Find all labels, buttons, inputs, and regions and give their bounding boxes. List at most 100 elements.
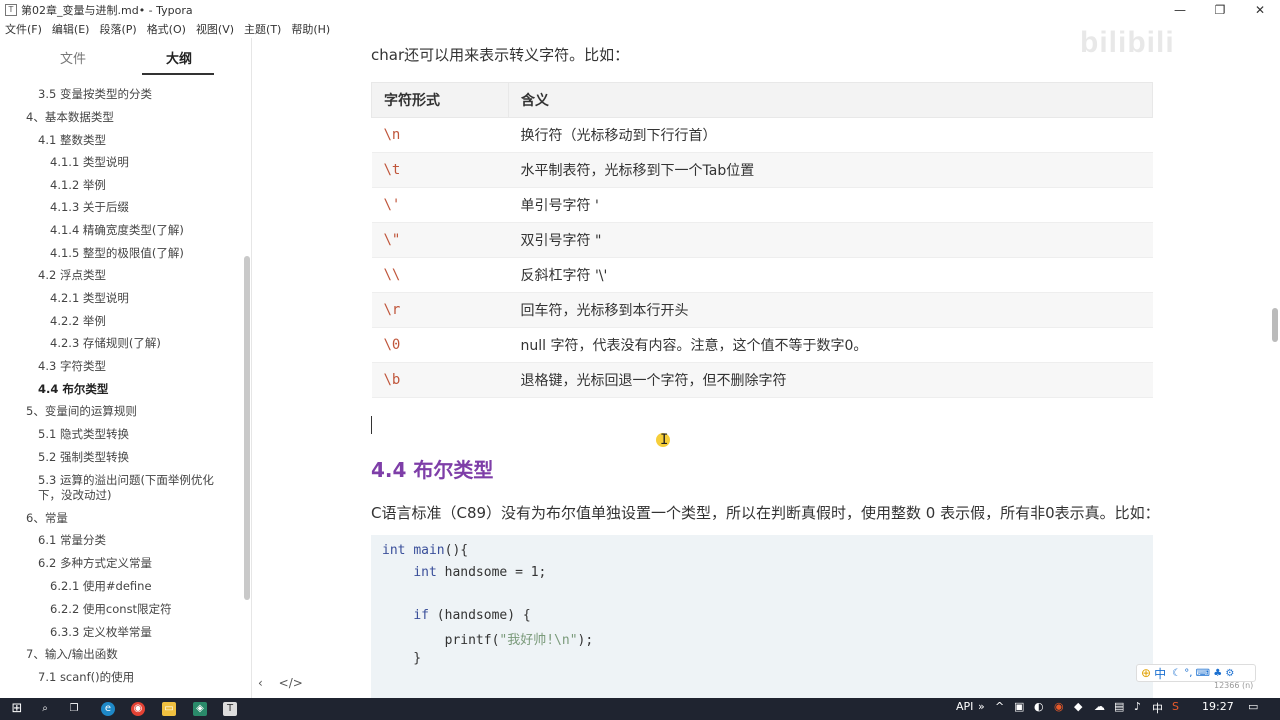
- tray-api-label[interactable]: API: [956, 700, 973, 713]
- tray-app-icon[interactable]: ◐: [1034, 700, 1044, 713]
- ime-logo-icon: ⊕: [1141, 666, 1152, 680]
- outline-item[interactable]: 4、基本数据类型: [26, 110, 114, 125]
- search-icon[interactable]: ⌕: [38, 702, 52, 716]
- edge-icon[interactable]: e: [101, 702, 115, 716]
- menu-theme[interactable]: 主题(T): [244, 21, 281, 37]
- meaning-cell: 单引号字符 ': [508, 187, 1153, 223]
- outline-item[interactable]: 6.2 多种方式定义常量: [38, 556, 152, 571]
- tray-chevron-icon[interactable]: ^: [995, 700, 1004, 713]
- menu-help[interactable]: 帮助(H): [291, 21, 330, 37]
- outline-item[interactable]: 6、常量: [26, 511, 68, 526]
- ime-toolbar[interactable]: ⊕ 中 ☾ °, ⌨ ♣ ⚙: [1136, 664, 1256, 682]
- escape-sequence-cell: \r: [371, 292, 509, 328]
- table-row: \" 双引号字符 ": [371, 222, 1153, 258]
- code-line: int handsome = 1;: [413, 565, 547, 580]
- chrome-icon[interactable]: ◉: [131, 702, 145, 716]
- tray-app-icon[interactable]: ▣: [1014, 700, 1024, 713]
- menu-paragraph[interactable]: 段落(P): [99, 21, 136, 37]
- tab-outline[interactable]: 大纲: [166, 48, 192, 67]
- network-icon[interactable]: ▤: [1114, 700, 1124, 713]
- outline-item[interactable]: 5.3 运算的溢出问题(下面举例优化下，没改动过): [38, 473, 223, 503]
- table-row: \\ 反斜杠字符 '\': [371, 257, 1153, 293]
- menu-format[interactable]: 格式(O): [147, 21, 186, 37]
- file-explorer-icon[interactable]: ▭: [162, 702, 176, 716]
- window-title: 第02章_变量与进制.md• - Typora: [21, 4, 193, 17]
- menu-view[interactable]: 视图(V): [196, 21, 234, 37]
- code-line: int main(){: [382, 543, 469, 558]
- outline-item[interactable]: 4.4 布尔类型: [38, 382, 108, 397]
- outline-item[interactable]: 4.2.3 存储规则(了解): [50, 336, 161, 351]
- outline-item[interactable]: 5.2 强制类型转换: [38, 450, 129, 465]
- outline-item[interactable]: 5.1 隐式类型转换: [38, 427, 129, 442]
- close-button[interactable]: ✕: [1240, 0, 1280, 20]
- outline-item[interactable]: 6.2.1 使用#define: [50, 579, 152, 594]
- minimize-button[interactable]: —: [1160, 0, 1200, 20]
- taskbar: [0, 698, 1280, 720]
- outline-item[interactable]: 4.2.2 举例: [50, 314, 106, 329]
- task-view-icon[interactable]: ❐: [67, 702, 81, 716]
- tab-files[interactable]: 文件: [60, 48, 86, 67]
- sidebar-scrollbar[interactable]: [244, 256, 250, 600]
- collapse-sidebar-icon[interactable]: ‹: [258, 676, 263, 690]
- outline-item[interactable]: 6.1 常量分类: [38, 533, 106, 548]
- volume-icon[interactable]: ♪: [1134, 700, 1141, 713]
- outline-item[interactable]: 4.2.1 类型说明: [50, 291, 129, 306]
- app-icon[interactable]: ◈: [193, 702, 207, 716]
- outline-item[interactable]: 6.2.2 使用const限定符: [50, 602, 172, 617]
- intro-paragraph: char还可以用来表示转义字符。比如：: [371, 46, 630, 64]
- tray-lang[interactable]: 中: [1152, 700, 1163, 716]
- sidebar-tabs: 文件 大纲: [0, 38, 252, 78]
- escape-sequence-cell: \0: [371, 327, 509, 363]
- windows-start-icon[interactable]: ⊞: [10, 702, 24, 716]
- tray-ime-icon[interactable]: S: [1172, 700, 1179, 713]
- outline-item[interactable]: 7、输入/输出函数: [26, 647, 118, 662]
- outline-item[interactable]: 4.2 浮点类型: [38, 268, 106, 283]
- outline-item[interactable]: 7.1 scanf()的使用: [38, 670, 134, 685]
- outline-item[interactable]: 4.1.3 关于后缀: [50, 200, 129, 215]
- escape-sequence-cell: \b: [371, 362, 509, 398]
- table-row: \' 单引号字符 ': [371, 187, 1153, 223]
- source-code-mode-icon[interactable]: </>: [279, 676, 303, 690]
- ime-hint: 12366 (n): [1214, 681, 1254, 690]
- escape-sequence-cell: \\: [371, 257, 509, 293]
- typora-app-icon: T: [5, 4, 17, 16]
- outline-item[interactable]: 4.1.5 整型的极限值(了解): [50, 246, 184, 261]
- table-header-meaning: 含义: [508, 82, 1153, 118]
- main-scrollbar[interactable]: [1272, 308, 1278, 342]
- tray-app-icon[interactable]: ◆: [1074, 700, 1082, 713]
- code-block[interactable]: int main(){ int handsome = 1; if (handso…: [371, 535, 1153, 698]
- escape-char-table: 字符形式 含义 \n 换行符（光标移动到下行行首） \t 水平制表符，光标移到下一个T…: [371, 82, 1153, 398]
- outline-item[interactable]: 4.3 字符类型: [38, 359, 106, 374]
- outline-item[interactable]: 6.3.3 定义枚举常量: [50, 625, 152, 640]
- table-row: \0 null 字符，代表没有内容。注意，这个值不等于数字0。: [371, 327, 1153, 363]
- table-header-row: 字符形式 含义: [371, 82, 1153, 118]
- bool-paragraph: C语言标准（C89）没有为布尔值单独设置一个类型，所以在判断真假时，使用整数 0…: [371, 504, 1160, 522]
- notification-icon[interactable]: ▭: [1248, 700, 1258, 713]
- outline-item[interactable]: 3.5 变量按类型的分类: [38, 87, 152, 102]
- tray-app-icon[interactable]: ☁: [1094, 700, 1105, 713]
- section-heading: 4.4 布尔类型: [371, 458, 494, 482]
- outline-item[interactable]: 4.1.4 精确宽度类型(了解): [50, 223, 184, 238]
- typora-taskbar-icon[interactable]: T: [223, 702, 237, 716]
- menu-file[interactable]: 文件(F): [5, 21, 42, 37]
- table-row: \t 水平制表符，光标移到下一个Tab位置: [371, 152, 1153, 188]
- meaning-cell: 双引号字符 ": [508, 222, 1153, 258]
- table-row: \n 换行符（光标移动到下行行首）: [371, 117, 1153, 153]
- meaning-cell: 换行符（光标移动到下行行首）: [508, 117, 1153, 153]
- active-tab-indicator: [142, 73, 214, 75]
- escape-sequence-cell: \': [371, 187, 509, 223]
- table-row: \b 退格键，光标回退一个字符，但不删除字符: [371, 362, 1153, 398]
- outline-item[interactable]: 5、变量间的运算规则: [26, 404, 137, 419]
- outline-item[interactable]: 4.1.2 举例: [50, 178, 106, 193]
- meaning-cell: 反斜杠字符 '\': [508, 257, 1153, 293]
- tray-app-icon[interactable]: ◉: [1054, 700, 1064, 713]
- outline-item[interactable]: 4.1.1 类型说明: [50, 155, 129, 170]
- menu-edit[interactable]: 编辑(E): [52, 21, 90, 37]
- tray-clock[interactable]: 19:27: [1202, 700, 1234, 713]
- meaning-cell: 水平制表符，光标移到下一个Tab位置: [508, 152, 1153, 188]
- table-header-form: 字符形式: [371, 82, 509, 118]
- restore-button[interactable]: ❐: [1200, 0, 1240, 20]
- tray-expand-icon[interactable]: »: [978, 700, 985, 713]
- outline-item[interactable]: 4.1 整数类型: [38, 133, 106, 148]
- escape-sequence-cell: \n: [371, 117, 509, 153]
